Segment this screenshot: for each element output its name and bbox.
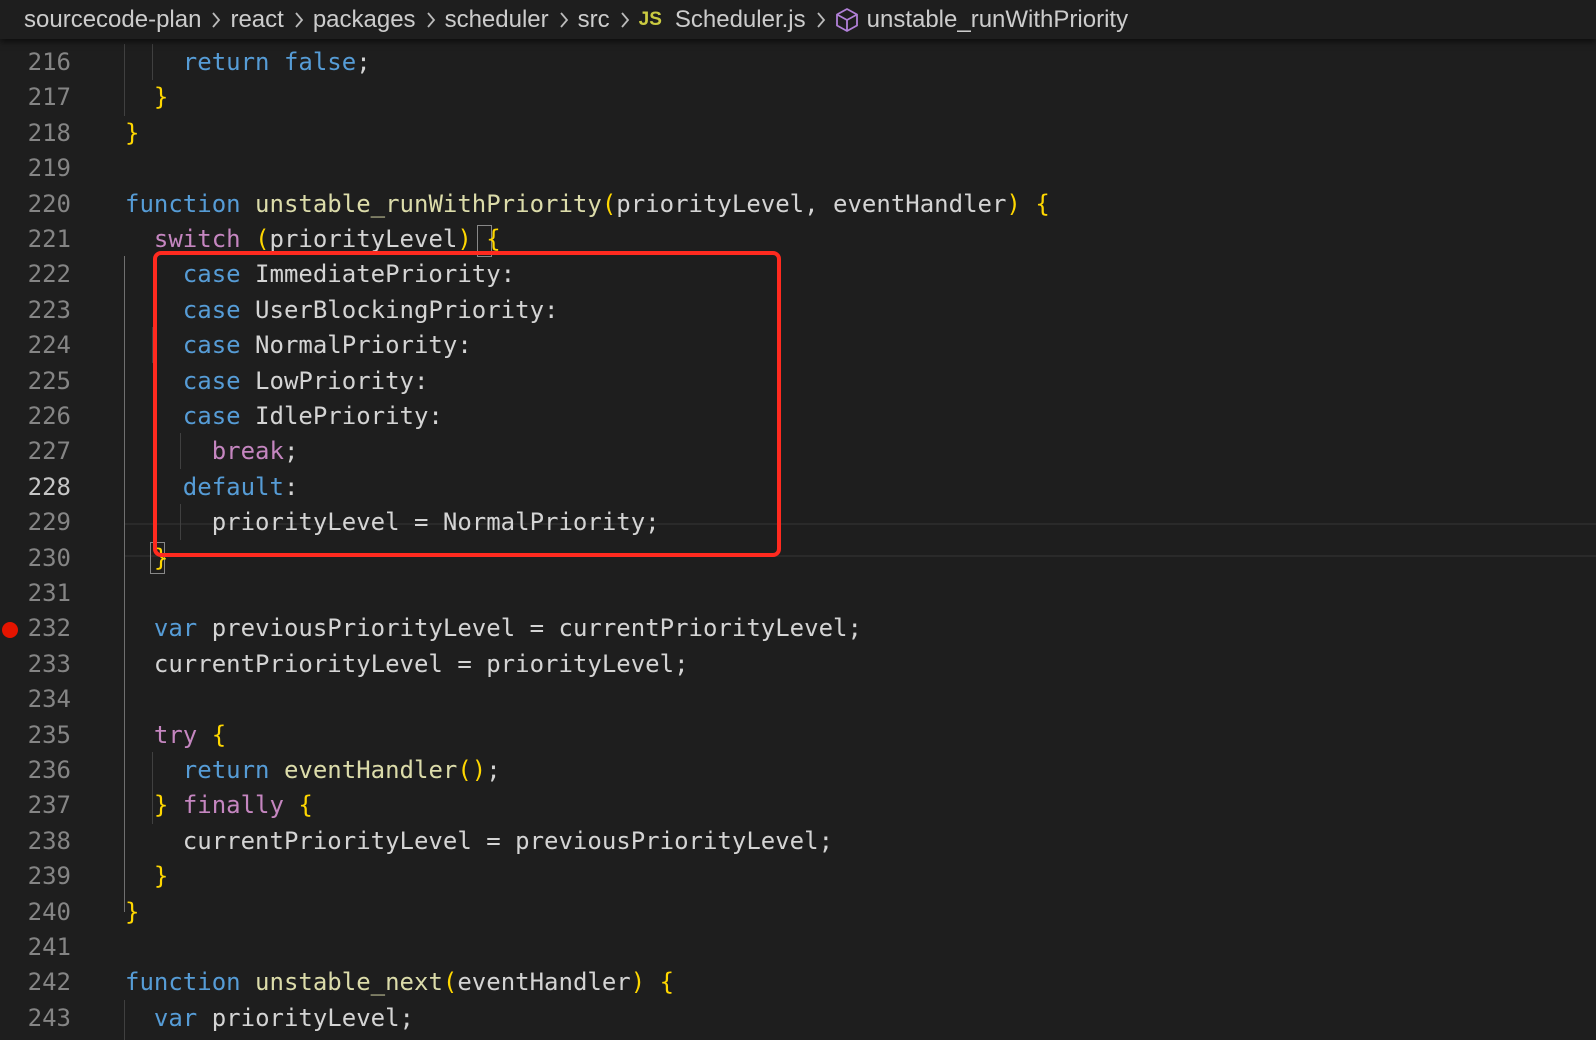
code-text: case UserBlockingPriority: xyxy=(182,295,559,324)
line-number: 225 xyxy=(27,366,71,395)
line-number: 228 xyxy=(27,472,71,501)
code-text: priorityLevel = NormalPriority; xyxy=(125,508,660,537)
line-number: 216 xyxy=(27,48,71,76)
code-line[interactable]: 240} xyxy=(0,894,1596,930)
line-number: 233 xyxy=(27,649,71,678)
line-number: 232 xyxy=(27,614,71,643)
line-number: 235 xyxy=(27,720,71,749)
code-line[interactable]: 216 return false; xyxy=(0,44,1596,80)
code-text: } xyxy=(125,897,140,926)
code-text: currentPriorityLevel = priorityLevel; xyxy=(125,649,689,678)
breadcrumb-item-file[interactable]: Scheduler.js xyxy=(675,6,806,34)
code-line[interactable]: 243 var priorityLevel; xyxy=(0,1000,1596,1036)
line-number: 238 xyxy=(27,826,71,855)
line-number: 240 xyxy=(27,897,71,926)
line-number: 222 xyxy=(27,260,71,289)
code-line[interactable]: 237 } finally { xyxy=(0,787,1596,823)
code-editor[interactable]: 216 return false; 217 } 218} 219 220 func… xyxy=(0,44,1596,1040)
line-number: 227 xyxy=(27,437,71,466)
code-text: } xyxy=(153,543,169,572)
code-text: } xyxy=(153,83,169,112)
code-text: function unstable_next(eventHandler) { xyxy=(125,968,675,997)
code-line[interactable]: 233 currentPriorityLevel = priorityLevel… xyxy=(0,646,1596,682)
chevron-right-icon xyxy=(294,11,304,29)
code-line[interactable]: 235 try { xyxy=(0,717,1596,753)
code-line[interactable]: 223 case UserBlockingPriority: xyxy=(0,292,1596,328)
code-line[interactable]: 239 } xyxy=(0,858,1596,894)
breadcrumb-item-react[interactable]: react xyxy=(230,6,283,34)
code-text: break; xyxy=(211,437,299,466)
code-line[interactable]: 234 xyxy=(0,681,1596,717)
code-text: case LowPriority: xyxy=(182,366,429,395)
chevron-right-icon xyxy=(816,11,826,29)
code-line[interactable]: 222 case ImmediatePriority: xyxy=(0,256,1596,292)
code-line[interactable]: 242 function unstable_next(eventHandler) … xyxy=(0,964,1596,1000)
line-number: 231 xyxy=(27,579,71,607)
line-number: 242 xyxy=(27,968,71,997)
breadcrumb-item-sourcecode-plan[interactable]: sourcecode-plan xyxy=(24,6,201,34)
code-text: default: xyxy=(182,472,299,501)
code-line[interactable]: 219 xyxy=(0,150,1596,186)
code-line[interactable]: 231 xyxy=(0,575,1596,611)
code-text: return eventHandler(); xyxy=(182,756,501,784)
breadcrumb-item-src[interactable]: src xyxy=(578,6,610,34)
line-number: 239 xyxy=(27,862,71,891)
breadcrumb-item-symbol[interactable]: unstable_runWithPriority xyxy=(867,6,1128,34)
line-number: 243 xyxy=(27,1003,71,1032)
code-text: case ImmediatePriority: xyxy=(182,260,516,289)
code-line[interactable]: 238 currentPriorityLevel = previousPrior… xyxy=(0,823,1596,859)
code-text: currentPriorityLevel = previousPriorityL… xyxy=(125,826,834,855)
line-number: 236 xyxy=(27,756,71,784)
code-text: case NormalPriority: xyxy=(182,331,472,360)
breadcrumb: sourcecode-plan react packages scheduler… xyxy=(0,0,1596,39)
code-text: var previousPriorityLevel = currentPrior… xyxy=(153,614,862,643)
code-text: } finally { xyxy=(153,791,313,820)
code-text: return false; xyxy=(182,48,371,76)
line-number: 230 xyxy=(27,543,71,572)
line-number: 237 xyxy=(27,791,71,820)
code-line[interactable]: 217 } xyxy=(0,79,1596,115)
line-number: 226 xyxy=(27,402,71,430)
code-line[interactable]: 226 case IdlePriority: xyxy=(0,398,1596,434)
line-number: 224 xyxy=(27,331,71,360)
breadcrumb-item-scheduler[interactable]: scheduler xyxy=(445,6,549,34)
code-line[interactable]: 224 case NormalPriority: xyxy=(0,327,1596,363)
code-line[interactable]: 218} xyxy=(0,115,1596,151)
code-line[interactable]: 236 return eventHandler(); xyxy=(0,752,1596,788)
chevron-right-icon xyxy=(211,11,221,29)
code-line[interactable]: 228 default: xyxy=(0,469,1596,505)
line-number: 221 xyxy=(27,225,71,253)
chevron-right-icon xyxy=(426,11,436,29)
line-number: 241 xyxy=(27,933,71,961)
code-line[interactable]: 220 function unstable_runWithPriority(pri… xyxy=(0,186,1596,222)
code-line[interactable]: 221 switch (priorityLevel) { xyxy=(0,221,1596,257)
code-line[interactable]: 232 var previousPriorityLevel = currentP… xyxy=(0,610,1596,646)
line-number: 220 xyxy=(27,189,71,218)
line-number: 218 xyxy=(27,118,71,147)
code-text: var priorityLevel; xyxy=(153,1003,415,1032)
cube-icon xyxy=(835,7,859,33)
code-text: case IdlePriority: xyxy=(182,402,443,430)
code-line[interactable]: 227 break; xyxy=(0,433,1596,469)
code-line[interactable]: 230 } xyxy=(0,540,1596,576)
chevron-right-icon xyxy=(559,11,569,29)
code-text: switch (priorityLevel) { xyxy=(153,225,501,253)
code-line[interactable]: 225 case LowPriority: xyxy=(0,363,1596,399)
code-line[interactable]: 229 priorityLevel = NormalPriority; xyxy=(0,504,1596,540)
code-text: } xyxy=(125,118,140,147)
code-text: } xyxy=(153,862,169,891)
line-number: 223 xyxy=(27,295,71,324)
code-text: try { xyxy=(153,720,227,749)
breadcrumb-item-packages[interactable]: packages xyxy=(313,6,416,34)
line-number: 229 xyxy=(27,508,71,537)
js-file-icon: JS xyxy=(638,8,662,30)
line-number: 219 xyxy=(27,154,71,183)
code-line[interactable]: 241 xyxy=(0,929,1596,965)
line-number: 217 xyxy=(27,83,71,112)
code-text: function unstable_runWithPriority(priori… xyxy=(125,189,1050,218)
line-number: 234 xyxy=(27,685,71,714)
chevron-right-icon xyxy=(620,11,630,29)
